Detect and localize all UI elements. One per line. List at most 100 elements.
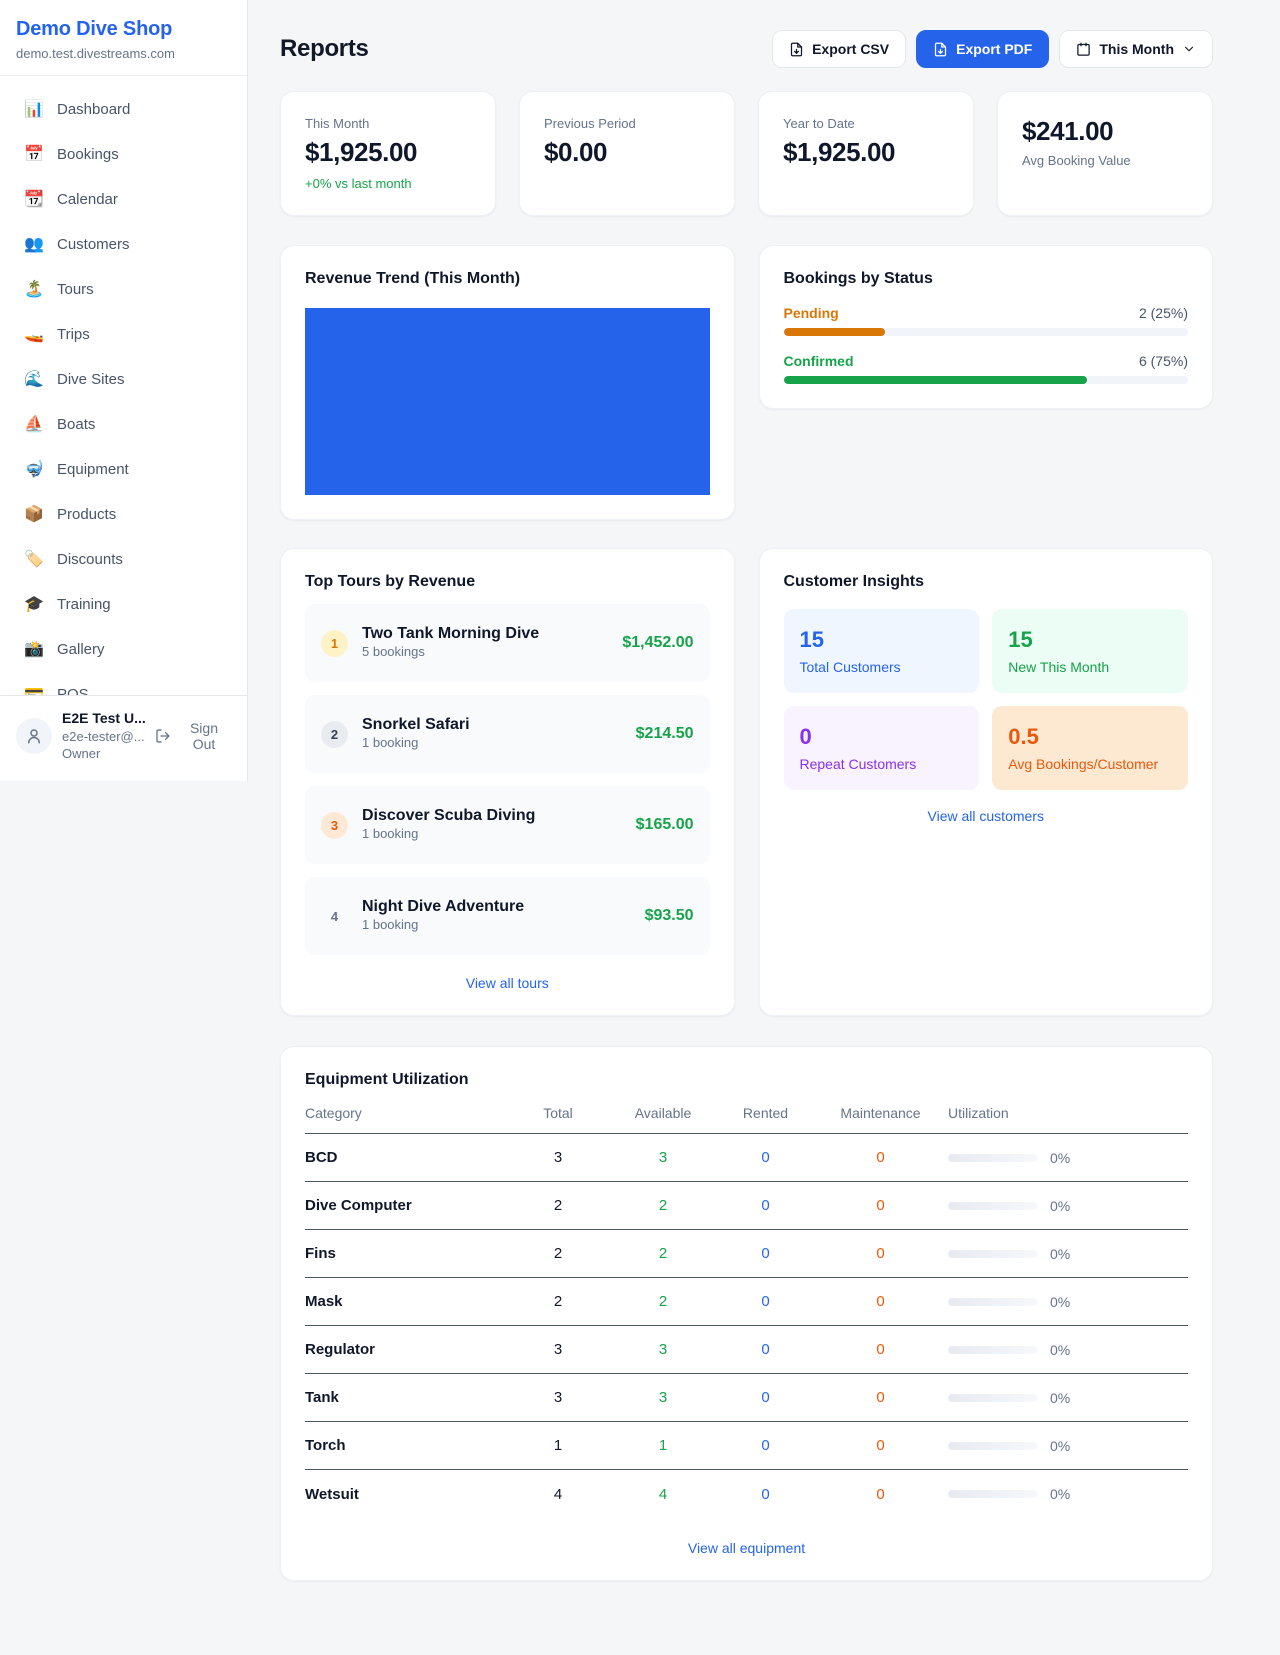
cell-available: 2 (608, 1293, 718, 1310)
revenue-trend-title: Revenue Trend (This Month) (305, 270, 710, 288)
utilization-percent: 0% (1050, 1150, 1070, 1166)
user-name: E2E Test U... (62, 709, 145, 728)
utilization-percent: 0% (1050, 1342, 1070, 1358)
cell-utilization: 0% (948, 1150, 1188, 1166)
sidebar-item-customers[interactable]: 👥 Customers (14, 225, 233, 263)
stat-value: $241.00 (1022, 116, 1188, 147)
sidebar-item-discounts[interactable]: 🏷️Discounts (14, 540, 233, 578)
cell-category: Torch (305, 1437, 508, 1454)
export-csv-button[interactable]: Export CSV (772, 30, 906, 68)
sidebar-item-label: Boats (57, 416, 95, 433)
cell-total: 2 (508, 1197, 608, 1214)
stat-label: Previous Period (544, 116, 710, 131)
sidebar-item-boats[interactable]: ⛵Boats (14, 405, 233, 443)
charts-row: Revenue Trend (This Month) Bookings by S… (280, 245, 1213, 520)
sidebar-item-bookings[interactable]: 📅Bookings (14, 135, 233, 173)
tour-bookings: 1 booking (362, 917, 418, 932)
table-row: Regulator 3 3 0 0 0% (305, 1326, 1188, 1374)
cell-utilization: 0% (948, 1198, 1188, 1214)
sidebar-item-label: Discounts (57, 551, 123, 568)
sidebar-item-label: Dashboard (57, 101, 130, 118)
cell-utilization: 0% (948, 1390, 1188, 1406)
view-all-equipment-link[interactable]: View all equipment (305, 1540, 1188, 1556)
tour-bookings: 1 booking (362, 826, 418, 841)
sidebar-item-training[interactable]: 🎓Training (14, 585, 233, 623)
insight-value: 0.5 (1008, 724, 1172, 750)
progress-fill-confirmed (784, 376, 1087, 384)
sidebar-item-gallery[interactable]: 📸Gallery (14, 630, 233, 668)
tour-amount: $165.00 (636, 816, 694, 834)
period-selector[interactable]: This Month (1059, 30, 1213, 68)
insight-value: 0 (800, 724, 964, 750)
sidebar-item-pos[interactable]: 💳POS (14, 675, 233, 695)
cell-rented: 0 (718, 1341, 813, 1358)
col-header-total: Total (508, 1105, 608, 1121)
sidebar-item-label: Gallery (57, 641, 105, 658)
tour-bookings: 5 bookings (362, 644, 425, 659)
sidebar-item-label: Customers (57, 236, 130, 253)
table-row: Tank 3 3 0 0 0% (305, 1374, 1188, 1422)
top-tours-card: Top Tours by Revenue 1 Two Tank Morning … (280, 548, 735, 1016)
equipment-title: Equipment Utilization (305, 1071, 1188, 1089)
sidebar-item-label: Equipment (57, 461, 129, 478)
page-header: Reports Export CSV Export PDF This Month (280, 30, 1213, 68)
tour-name: Two Tank Morning Dive (362, 625, 539, 642)
sidebar-item-label: Products (57, 506, 116, 523)
utilization-track (948, 1346, 1038, 1354)
user-icon (25, 727, 43, 745)
tour-bookings: 1 booking (362, 735, 418, 750)
chevron-down-icon (1182, 42, 1196, 56)
insight-tile-total-customers: 15 Total Customers (784, 609, 980, 693)
cell-utilization: 0% (948, 1486, 1188, 1502)
sidebar-item-tours[interactable]: 🏝️Tours (14, 270, 233, 308)
cell-total: 3 (508, 1341, 608, 1358)
sidebar-item-calendar[interactable]: 📆Calendar (14, 180, 233, 218)
utilization-percent: 0% (1050, 1246, 1070, 1262)
sidebar-item-dashboard[interactable]: 📊Dashboard (14, 90, 233, 128)
sign-out-button[interactable]: Sign Out (155, 720, 231, 752)
sidebar-item-dive-sites[interactable]: 🌊Dive Sites (14, 360, 233, 398)
cell-total: 2 (508, 1293, 608, 1310)
rank-badge: 2 (321, 721, 348, 748)
cell-maintenance: 0 (813, 1486, 948, 1503)
sidebar-item-trips[interactable]: 🚤Trips (14, 315, 233, 353)
utilization-track (948, 1202, 1038, 1210)
progress-track (784, 328, 1189, 336)
header-actions: Export CSV Export PDF This Month (772, 30, 1213, 68)
utilization-percent: 0% (1050, 1390, 1070, 1406)
top-tours-title: Top Tours by Revenue (305, 573, 710, 591)
export-pdf-label: Export PDF (956, 41, 1032, 57)
view-all-customers-link[interactable]: View all customers (784, 808, 1189, 824)
package-icon: 📦 (24, 504, 44, 524)
insight-tile-avg-bookings: 0.5 Avg Bookings/Customer (992, 706, 1188, 790)
view-all-tours-link[interactable]: View all tours (305, 975, 710, 991)
sidebar-item-label: Trips (57, 326, 90, 343)
user-email: e2e-tester@... (62, 728, 145, 746)
island-icon: 🏝️ (24, 279, 44, 299)
sidebar-item-products[interactable]: 📦 Products (14, 495, 233, 533)
cell-utilization: 0% (948, 1294, 1188, 1310)
table-row: Wetsuit 4 4 0 0 0% (305, 1470, 1188, 1518)
table-row: Dive Computer 2 2 0 0 0% (305, 1182, 1188, 1230)
stats-row: This Month $1,925.00 +0% vs last month P… (280, 91, 1213, 216)
cell-rented: 0 (718, 1293, 813, 1310)
utilization-percent: 0% (1050, 1198, 1070, 1214)
customers-icon: 👥 (24, 234, 44, 254)
cell-category: Regulator (305, 1341, 508, 1358)
progress-track (784, 376, 1189, 384)
rank-badge: 1 (321, 630, 348, 657)
cell-maintenance: 0 (813, 1341, 948, 1358)
status-row-confirmed: Confirmed 6 (75%) (784, 353, 1189, 369)
stat-value: $0.00 (544, 137, 710, 168)
insight-label: New This Month (1008, 659, 1172, 675)
customer-insights-card: Customer Insights 15 Total Customers 15 … (759, 548, 1214, 1016)
file-download-icon (789, 42, 804, 57)
cell-maintenance: 0 (813, 1149, 948, 1166)
diving-mask-icon: 🤿 (24, 459, 44, 479)
export-pdf-button[interactable]: Export PDF (916, 30, 1049, 68)
sidebar-item-equipment[interactable]: 🤿 Equipment (14, 450, 233, 488)
cell-maintenance: 0 (813, 1293, 948, 1310)
cell-utilization: 0% (948, 1438, 1188, 1454)
cell-rented: 0 (718, 1486, 813, 1503)
sidebar-item-label: POS (57, 686, 89, 696)
